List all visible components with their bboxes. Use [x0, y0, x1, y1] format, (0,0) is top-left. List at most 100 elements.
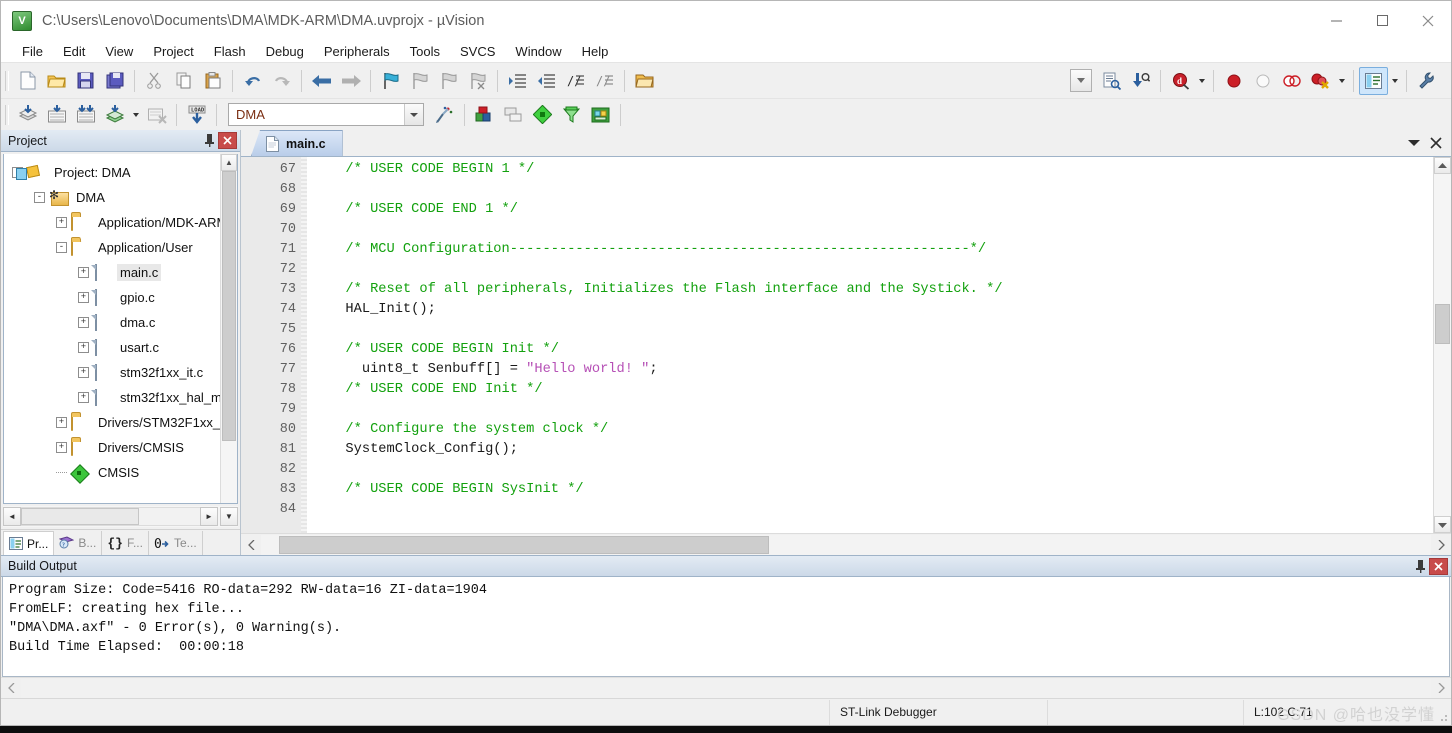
build-output-hscrollbar[interactable] — [1, 677, 1451, 698]
minimize-button[interactable] — [1313, 1, 1359, 40]
comment-icon[interactable]: // — [561, 67, 590, 95]
copy-icon[interactable] — [169, 67, 198, 95]
scroll-thumb[interactable] — [222, 171, 236, 441]
tree-item-stm32f1xx-it-c[interactable]: + stm32f1xx_it.c — [4, 360, 220, 385]
tree-item-dma-c[interactable]: + dma.c — [4, 310, 220, 335]
tree-collapse-icon[interactable]: - — [56, 242, 67, 253]
tree-expand-icon[interactable]: + — [56, 442, 67, 453]
undo-icon[interactable] — [238, 67, 267, 95]
hscroll-track[interactable] — [21, 507, 200, 526]
menu-item-edit[interactable]: Edit — [53, 42, 95, 61]
build-output-body[interactable]: Program Size: Code=5416 RO-data=292 RW-d… — [2, 577, 1450, 677]
tree-expand-icon[interactable]: + — [78, 342, 89, 353]
menu-item-file[interactable]: File — [12, 42, 53, 61]
tree-collapse-icon[interactable]: - — [34, 192, 45, 203]
menu-item-help[interactable]: Help — [572, 42, 619, 61]
scroll-down-icon[interactable] — [1434, 516, 1451, 533]
disable-all-breakpoints-icon[interactable] — [1277, 67, 1306, 95]
tree-expand-icon[interactable]: + — [78, 267, 89, 278]
find-in-files-icon[interactable] — [1097, 67, 1126, 95]
code-text-area[interactable]: /* USER CODE BEGIN 1 */ /* USER CODE END… — [307, 157, 1433, 533]
bookmark-toggle-icon[interactable] — [376, 67, 405, 95]
tab-functions[interactable]: {} F... — [102, 531, 149, 555]
pack-installer-icon[interactable] — [528, 101, 557, 129]
insert-breakpoint-icon[interactable] — [1219, 67, 1248, 95]
target-options-icon[interactable] — [430, 101, 459, 129]
tree-expand-icon[interactable]: + — [78, 392, 89, 403]
tree-item-project-dma[interactable]: - Project: DMA — [4, 160, 220, 185]
toolbar-grip[interactable] — [3, 70, 10, 92]
editor-tab-list-button[interactable] — [1403, 133, 1425, 153]
editor-vertical-scrollbar[interactable] — [1433, 157, 1451, 533]
breakpoints-dropdown-arrow[interactable] — [1335, 67, 1348, 95]
uncomment-icon[interactable]: // — [590, 67, 619, 95]
build-output-pin-button[interactable] — [1411, 557, 1429, 575]
tree-item-usart-c[interactable]: + usart.c — [4, 335, 220, 360]
tree-item-drivers-stm32f1xx-hal-driver[interactable]: + Drivers/STM32F1xx_HAL_Driver — [4, 410, 220, 435]
manage-rte-icon[interactable] — [557, 101, 586, 129]
new-file-icon[interactable] — [13, 67, 42, 95]
navigate-back-icon[interactable] — [307, 67, 336, 95]
target-select-arrow[interactable] — [404, 104, 423, 125]
project-tree-hscrollbar[interactable]: ◄ ► ▼ — [3, 506, 238, 527]
bookmark-prev-icon[interactable] — [405, 67, 434, 95]
toolbar-grip[interactable] — [3, 104, 10, 126]
hscroll-thumb[interactable] — [279, 535, 769, 554]
bookmark-clear-icon[interactable] — [463, 67, 492, 95]
scroll-track[interactable] — [1434, 174, 1451, 516]
incremental-find-icon[interactable] — [1126, 67, 1155, 95]
tree-expand-icon[interactable]: + — [78, 317, 89, 328]
select-software-packs-icon[interactable] — [586, 101, 615, 129]
menu-item-project[interactable]: Project — [143, 42, 203, 61]
project-panel-close-button[interactable] — [218, 132, 237, 149]
build-icon[interactable] — [42, 101, 71, 129]
menu-item-flash[interactable]: Flash — [204, 42, 256, 61]
scroll-up-icon[interactable]: ▲ — [221, 154, 237, 171]
scroll-right-icon[interactable]: ► — [200, 507, 218, 526]
tab-books[interactable]: ? B... — [54, 531, 103, 555]
scroll-thumb[interactable] — [1435, 304, 1450, 344]
menu-item-debug[interactable]: Debug — [256, 42, 314, 61]
project-window-icon[interactable] — [1359, 66, 1388, 95]
hscroll-track[interactable] — [261, 534, 1431, 555]
scroll-right-icon[interactable] — [1431, 535, 1451, 555]
hscroll-thumb[interactable] — [21, 508, 139, 525]
open-folder-icon[interactable] — [630, 67, 659, 95]
tree-expand-icon[interactable]: + — [78, 367, 89, 378]
target-select[interactable]: DMA — [228, 103, 424, 126]
project-tree-scrollbar[interactable]: ▲ — [220, 154, 237, 503]
batch-build-dropdown-arrow[interactable] — [129, 101, 142, 129]
menu-item-svcs[interactable]: SVCS — [450, 42, 505, 61]
navigate-forward-icon[interactable] — [336, 67, 365, 95]
paste-icon[interactable] — [198, 67, 227, 95]
stop-build-icon[interactable] — [142, 101, 171, 129]
indent-right-icon[interactable] — [503, 67, 532, 95]
tab-templates[interactable]: 0 Te... — [149, 531, 203, 555]
resize-grip[interactable] — [1436, 710, 1449, 723]
close-button[interactable] — [1405, 1, 1451, 40]
project-window-dropdown-arrow[interactable] — [1388, 67, 1401, 95]
editor-horizontal-scrollbar[interactable] — [241, 533, 1451, 555]
enable-breakpoint-icon[interactable] — [1248, 67, 1277, 95]
editor-tab-main-c[interactable]: main.c — [251, 130, 343, 156]
find-combo-dropdown[interactable] — [1070, 69, 1092, 92]
tab-project[interactable]: Pr... — [3, 531, 55, 555]
tree-item-application-user[interactable]: - Application/User — [4, 235, 220, 260]
scroll-left-icon[interactable]: ◄ — [3, 507, 21, 526]
tree-item-stm32f1xx-hal-msp-c[interactable]: + stm32f1xx_hal_msp.c — [4, 385, 220, 410]
tree-item-drivers-cmsis[interactable]: + Drivers/CMSIS — [4, 435, 220, 460]
project-tree[interactable]: - Project: DMA - DMA + Application/MDK-ARM - Ap… — [4, 154, 220, 503]
hscroll-track[interactable] — [21, 678, 1431, 698]
menu-item-window[interactable]: Window — [505, 42, 571, 61]
save-icon[interactable] — [71, 67, 100, 95]
editor-tab-close-button[interactable] — [1425, 133, 1447, 153]
configure-tools-icon[interactable] — [1412, 67, 1441, 95]
tree-expand-icon[interactable]: + — [78, 292, 89, 303]
scroll-left-icon[interactable] — [1, 679, 21, 698]
scroll-left-icon[interactable] — [241, 535, 261, 555]
tree-expand-icon[interactable]: + — [56, 417, 67, 428]
scroll-up-icon[interactable] — [1434, 157, 1451, 174]
tree-item-main-c[interactable]: + main.c — [4, 260, 220, 285]
debug-session-icon[interactable]: d — [1166, 67, 1195, 95]
redo-icon[interactable] — [267, 67, 296, 95]
